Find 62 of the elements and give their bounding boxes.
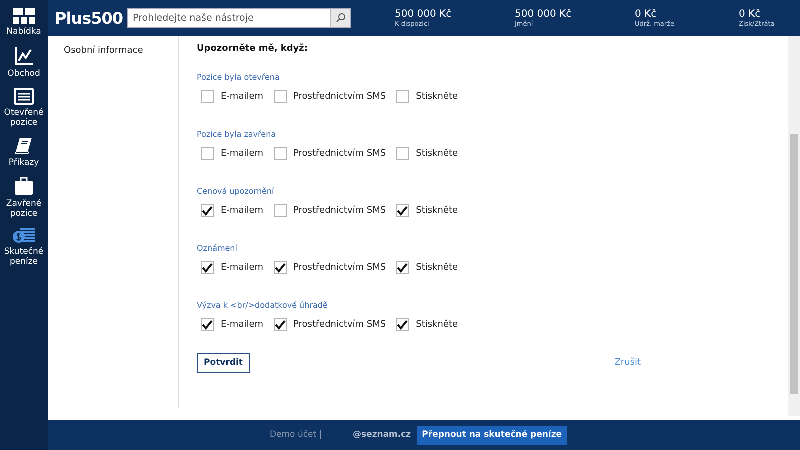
- checkbox-label: E-mailem: [221, 320, 264, 330]
- checkbox[interactable]: [396, 261, 410, 274]
- checkbox[interactable]: [396, 90, 410, 103]
- checkbox[interactable]: [274, 204, 287, 217]
- search-field[interactable]: Prohledejte naše nástroje: [127, 8, 351, 28]
- group-title: Pozice byla otevřena: [197, 73, 281, 82]
- stat-value: 0 Kč: [635, 8, 658, 20]
- checkbox-label: Stiskněte: [416, 262, 458, 272]
- sidebar-item[interactable]: Nabídka: [1, 27, 47, 37]
- checkbox-label: Prostřednictvím SMS: [294, 148, 386, 158]
- checkbox-label: E-mailem: [221, 206, 264, 216]
- account-email: @seznam.cz: [353, 430, 412, 440]
- checkbox[interactable]: [201, 204, 214, 217]
- checkbox-label: Prostřednictvím SMS: [294, 92, 386, 102]
- group-title: Výzva k <br/>dodatkové úhradě: [197, 301, 329, 310]
- checkbox[interactable]: [274, 261, 287, 274]
- group-title: Pozice byla zavřena: [197, 130, 278, 139]
- search-button[interactable]: [330, 9, 350, 27]
- sidebar-item[interactable]: Obchod: [1, 69, 47, 79]
- money-icon: [13, 228, 35, 244]
- sidebar-item[interactable]: Zavřené pozice: [1, 199, 47, 219]
- checkbox-label: E-mailem: [221, 262, 264, 272]
- checkbox-label: Prostřednictvím SMS: [294, 206, 386, 216]
- line-chart-icon: [14, 46, 34, 66]
- checkbox-label: Stiskněte: [416, 320, 458, 330]
- logo: Plus500: [55, 8, 121, 28]
- grid-icon: [13, 8, 35, 24]
- sidebar-item[interactable]: Příkazy: [1, 158, 47, 168]
- checkbox[interactable]: [396, 147, 410, 160]
- checkbox[interactable]: [274, 90, 287, 103]
- scrollbar[interactable]: [788, 36, 800, 416]
- confirm-button[interactable]: Potvrdit: [197, 353, 250, 373]
- group-title: Cenová upozornění: [197, 187, 276, 196]
- checkbox-label: Prostřednictvím SMS: [294, 262, 386, 272]
- checkbox[interactable]: [201, 261, 214, 274]
- switch-button[interactable]: Přepnout na skutečné peníze: [417, 426, 568, 444]
- checkbox[interactable]: [201, 147, 214, 160]
- checkbox[interactable]: [396, 318, 410, 331]
- search-icon: [336, 13, 346, 23]
- checkbox-label: Stiskněte: [416, 92, 458, 102]
- checkbox-label: E-mailem: [221, 148, 264, 158]
- checkbox-label: E-mailem: [221, 92, 264, 102]
- checkbox[interactable]: [274, 147, 287, 160]
- list-icon: [14, 88, 34, 105]
- checkbox[interactable]: [274, 318, 287, 331]
- checkbox-label: Prostřednictvím SMS: [294, 320, 386, 330]
- stat-value: 0 Kč: [739, 8, 762, 20]
- checkbox-label: Stiskněte: [416, 148, 458, 158]
- group-title: Oznámení: [197, 244, 238, 253]
- briefcase-icon: [14, 177, 34, 196]
- account-type: Demo účet |: [270, 430, 324, 440]
- sidebar-item[interactable]: Skutečné peníze: [1, 247, 47, 267]
- checkbox[interactable]: [201, 318, 214, 331]
- stat-value: 500 000 Kč: [515, 8, 573, 20]
- stat-value: 500 000 Kč: [395, 8, 453, 20]
- sidebar-item[interactable]: Otevřené pozice: [1, 108, 47, 128]
- checkbox-label: Stiskněte: [416, 206, 458, 216]
- checkbox[interactable]: [201, 90, 214, 103]
- menu-item[interactable]: Osobní informace: [64, 46, 144, 56]
- book-icon: [15, 137, 33, 155]
- form-heading: Upozorněte mě, když:: [197, 44, 310, 54]
- checkbox[interactable]: [396, 204, 410, 217]
